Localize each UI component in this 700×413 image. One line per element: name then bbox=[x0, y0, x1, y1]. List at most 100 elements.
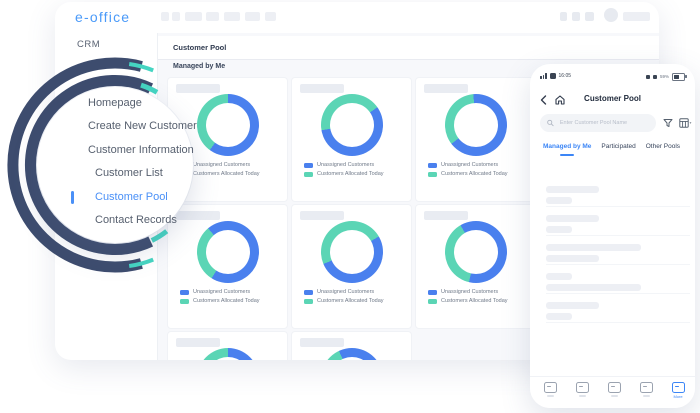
phone-tab-managed-by-me[interactable]: Managed by Me bbox=[543, 143, 591, 156]
legend-item-unassigned: Unassigned Customers bbox=[428, 289, 498, 295]
skeleton-line bbox=[546, 186, 599, 193]
header-placeholder bbox=[206, 12, 219, 21]
legend-swatch-teal bbox=[304, 298, 313, 304]
menu-item-customer-information[interactable]: Customer Information bbox=[88, 144, 194, 156]
legend-item-allocated: Customers Allocated Today bbox=[180, 298, 260, 304]
header-placeholder bbox=[245, 12, 260, 21]
legend-label: Customers Allocated Today bbox=[441, 298, 508, 304]
skeleton-line bbox=[546, 264, 690, 265]
card-title-placeholder bbox=[300, 84, 344, 93]
card-title-placeholder bbox=[424, 84, 468, 93]
skeleton-line bbox=[546, 197, 572, 204]
legend-label: Customers Allocated Today bbox=[193, 298, 260, 304]
phone-tab-other-pools[interactable]: Other Pools bbox=[646, 143, 680, 156]
app-icon bbox=[607, 382, 621, 393]
header-placeholder bbox=[161, 12, 169, 21]
customer-pool-card[interactable]: Unassigned Customers Customers Allocated… bbox=[291, 204, 412, 329]
phone-mockup: 16:05 59% Customer Pool Managed by Me Par… bbox=[530, 64, 695, 408]
legend-swatch-teal bbox=[180, 298, 189, 304]
skeleton-line bbox=[546, 255, 599, 262]
list-item-skeleton bbox=[546, 273, 690, 302]
donut-chart bbox=[445, 94, 507, 156]
legend-item-allocated: Customers Allocated Today bbox=[428, 298, 508, 304]
card-grid: Unassigned Customers Customers Allocated… bbox=[167, 77, 536, 360]
phone-tab-bar: More bbox=[530, 376, 695, 408]
menu-item-contact-records[interactable]: Contact Records bbox=[95, 214, 177, 226]
donut-chart bbox=[197, 348, 259, 360]
menu-item-homepage[interactable]: Homepage bbox=[88, 97, 142, 109]
phone-tab-participated[interactable]: Participated bbox=[601, 143, 635, 156]
skeleton-line bbox=[546, 284, 641, 291]
customer-pool-card[interactable]: Unassigned Customers Customers Allocated… bbox=[415, 204, 536, 329]
menu-item-customer-list[interactable]: Customer List bbox=[95, 167, 163, 179]
legend-item-allocated: Customers Allocated Today bbox=[304, 298, 384, 304]
list-item-skeleton bbox=[546, 302, 690, 331]
legend-swatch-teal bbox=[428, 298, 437, 304]
page-title: Customer Pool bbox=[173, 43, 227, 52]
skeleton-line bbox=[546, 302, 599, 309]
app-icon bbox=[575, 382, 589, 393]
donut-chart bbox=[321, 221, 383, 283]
status-time: 16:05 bbox=[558, 73, 572, 79]
alarm-icon bbox=[645, 74, 650, 79]
legend-item-unassigned: Unassigned Customers bbox=[428, 162, 498, 168]
header-icon-placeholder bbox=[585, 12, 594, 21]
legend-item-allocated: Customers Allocated Today bbox=[428, 171, 508, 177]
search-input[interactable] bbox=[557, 119, 649, 127]
search-bar[interactable] bbox=[540, 114, 656, 132]
header-icon-placeholder bbox=[560, 12, 567, 21]
legend-item-unassigned: Unassigned Customers bbox=[180, 289, 250, 295]
customer-pool-card[interactable]: Unassigned Customers Customers Allocated… bbox=[167, 331, 288, 360]
skeleton-line bbox=[546, 206, 690, 207]
skeleton-line bbox=[546, 273, 572, 280]
legend-label: Unassigned Customers bbox=[193, 162, 251, 168]
tabbar-label-placeholder bbox=[610, 395, 618, 397]
legend-label: Unassigned Customers bbox=[441, 289, 499, 295]
phone-tabs: Managed by Me Participated Other Pools bbox=[543, 143, 693, 156]
skeleton-line bbox=[546, 313, 572, 320]
tabbar-item-more[interactable]: More bbox=[667, 382, 689, 399]
menu-item-customer-pool[interactable]: Customer Pool bbox=[95, 191, 168, 203]
tabbar-item[interactable] bbox=[539, 382, 561, 397]
mute-icon bbox=[652, 74, 657, 79]
app-icon bbox=[639, 382, 653, 393]
legend-label: Customers Allocated Today bbox=[317, 171, 384, 177]
list-item-skeleton bbox=[546, 215, 690, 244]
donut-chart bbox=[197, 94, 259, 156]
legend-swatch-blue bbox=[304, 289, 313, 295]
tabbar-more-label: More bbox=[673, 394, 683, 399]
status-bar-right: 59% bbox=[645, 73, 687, 81]
header-placeholder bbox=[224, 12, 240, 21]
skeleton-line bbox=[546, 293, 690, 294]
donut-chart bbox=[321, 94, 383, 156]
sidebar-section-label: CRM bbox=[77, 39, 101, 50]
page-title-bar: Customer Pool bbox=[158, 36, 659, 60]
header-icon-placeholder bbox=[572, 12, 580, 21]
card-title-placeholder bbox=[300, 338, 344, 347]
tabbar-item[interactable] bbox=[635, 382, 657, 397]
search-icon bbox=[547, 119, 554, 127]
header-placeholder bbox=[265, 12, 276, 21]
customer-pool-card[interactable]: Unassigned Customers Customers Allocated… bbox=[291, 77, 412, 202]
skeleton-line bbox=[546, 322, 690, 323]
section-title: Managed by Me bbox=[173, 63, 226, 70]
tabbar-item[interactable] bbox=[571, 382, 593, 397]
legend-label: Unassigned Customers bbox=[317, 289, 375, 295]
filter-icon[interactable] bbox=[663, 118, 673, 128]
list-item-skeleton bbox=[546, 244, 690, 273]
column-settings-icon[interactable] bbox=[679, 118, 692, 128]
avatar bbox=[604, 8, 618, 22]
legend-swatch-teal bbox=[428, 171, 437, 177]
tabbar-item[interactable] bbox=[603, 382, 625, 397]
tabbar-label-placeholder bbox=[642, 395, 650, 397]
skeleton-line bbox=[546, 235, 690, 236]
menu-item-create-new-customer[interactable]: Create New Customer bbox=[88, 120, 197, 132]
list-item-skeleton bbox=[546, 186, 690, 215]
tabbar-label-placeholder bbox=[546, 395, 554, 397]
legend-swatch-blue bbox=[304, 162, 313, 168]
customer-pool-card[interactable]: Unassigned Customers Customers Allocated… bbox=[291, 331, 412, 360]
legend-label: Customers Allocated Today bbox=[317, 298, 384, 304]
skeleton-line bbox=[546, 244, 641, 251]
customer-pool-card[interactable]: Unassigned Customers Customers Allocated… bbox=[415, 77, 536, 202]
legend-item-allocated: Customers Allocated Today bbox=[304, 171, 384, 177]
